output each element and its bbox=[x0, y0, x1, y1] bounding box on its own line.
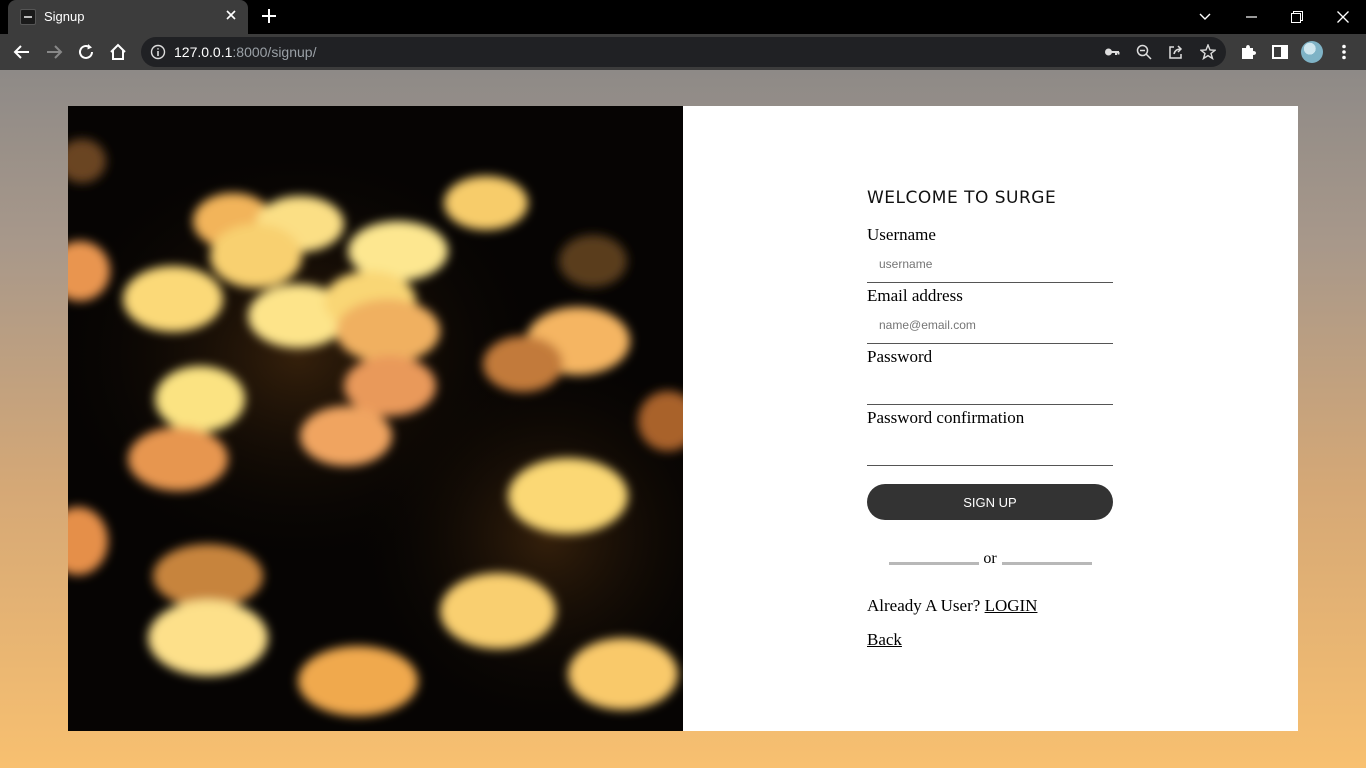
tab-strip: Signup bbox=[0, 0, 1366, 34]
browser-toolbar: 127.0.0.1:8000/signup/ bbox=[0, 34, 1366, 70]
password-confirmation-input[interactable] bbox=[867, 428, 1113, 466]
back-row: Back bbox=[867, 630, 1113, 650]
close-tab-icon[interactable] bbox=[222, 7, 240, 25]
divider-line-right bbox=[1002, 562, 1092, 565]
reload-icon[interactable] bbox=[72, 38, 100, 66]
new-tab-button[interactable] bbox=[258, 6, 280, 28]
signup-card: WELCOME TO SURGE Username Email address … bbox=[68, 106, 1298, 731]
password-confirmation-label: Password confirmation bbox=[867, 408, 1025, 427]
extensions-puzzle-icon[interactable] bbox=[1239, 43, 1257, 61]
username-label: Username bbox=[867, 225, 936, 244]
signup-panel: WELCOME TO SURGE Username Email address … bbox=[683, 106, 1298, 731]
tab-search-icon[interactable] bbox=[1182, 0, 1228, 34]
login-prompt-text: Already A User? bbox=[867, 596, 981, 615]
kebab-menu-icon[interactable] bbox=[1335, 43, 1353, 61]
restore-icon[interactable] bbox=[1274, 0, 1320, 34]
site-favicon-icon bbox=[20, 9, 36, 25]
login-link[interactable]: LOGIN bbox=[985, 596, 1038, 615]
welcome-heading: WELCOME TO SURGE bbox=[867, 188, 1057, 208]
site-info-icon[interactable] bbox=[150, 44, 166, 60]
side-panel-icon[interactable] bbox=[1271, 43, 1289, 61]
address-bar[interactable]: 127.0.0.1:8000/signup/ bbox=[141, 37, 1226, 67]
back-link[interactable]: Back bbox=[867, 630, 902, 649]
close-window-icon[interactable] bbox=[1320, 0, 1366, 34]
tab-title: Signup bbox=[44, 9, 85, 24]
email-label: Email address bbox=[867, 286, 963, 305]
or-divider: or bbox=[867, 550, 1113, 570]
bookmark-star-icon[interactable] bbox=[1199, 43, 1217, 61]
zoom-out-icon[interactable] bbox=[1136, 44, 1152, 60]
share-icon[interactable] bbox=[1168, 44, 1184, 60]
or-text: or bbox=[983, 550, 997, 567]
signup-form: WELCOME TO SURGE Username Email address … bbox=[867, 188, 1113, 650]
url-path: :8000/signup/ bbox=[232, 44, 317, 60]
url-host: 127.0.0.1 bbox=[174, 44, 233, 60]
page-background: WELCOME TO SURGE Username Email address … bbox=[0, 70, 1366, 768]
username-input[interactable] bbox=[867, 245, 1113, 283]
home-icon[interactable] bbox=[104, 38, 132, 66]
password-input[interactable] bbox=[867, 367, 1113, 405]
forward-arrow-icon[interactable] bbox=[40, 38, 68, 66]
browser-tab[interactable]: Signup bbox=[8, 0, 248, 34]
bokeh-lights-image bbox=[68, 106, 683, 731]
email-input[interactable] bbox=[867, 306, 1113, 344]
back-arrow-icon[interactable] bbox=[8, 38, 36, 66]
login-prompt-row: Already A User? LOGIN bbox=[867, 596, 1113, 616]
minimize-icon[interactable] bbox=[1228, 0, 1274, 34]
profile-avatar[interactable] bbox=[1301, 41, 1323, 63]
key-icon[interactable] bbox=[1104, 44, 1120, 60]
url-text[interactable]: 127.0.0.1:8000/signup/ bbox=[174, 44, 316, 60]
password-label: Password bbox=[867, 347, 933, 366]
sign-up-button[interactable]: SIGN UP bbox=[867, 484, 1113, 520]
